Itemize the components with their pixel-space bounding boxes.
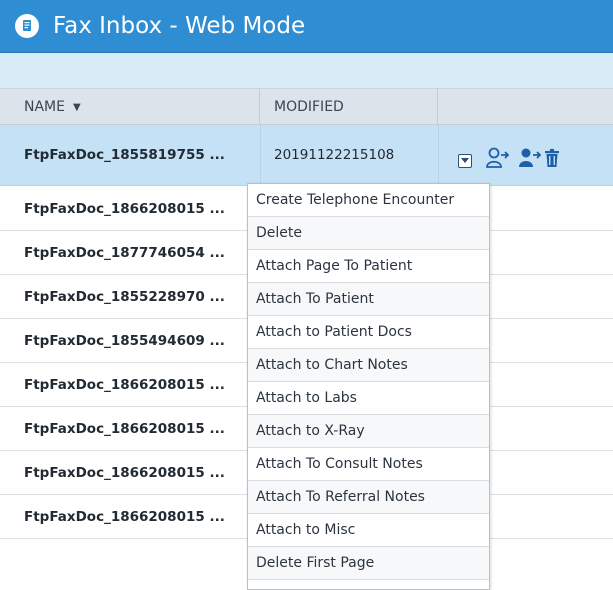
menu-item[interactable]: Attach Page To Patient xyxy=(248,250,489,283)
column-header-name[interactable]: NAME ▼ xyxy=(0,89,260,125)
dropdown-toggle-icon[interactable] xyxy=(458,153,472,168)
table-row[interactable]: FtpFaxDoc_1855819755 ... 20191122215108 xyxy=(0,125,613,186)
row-name-cell: FtpFaxDoc_1866208015 ... xyxy=(24,376,225,393)
row-name-cell: FtpFaxDoc_1877746054 ... xyxy=(24,244,225,261)
row-name-cell: FtpFaxDoc_1866208015 ... xyxy=(24,508,225,525)
menu-item[interactable]: Delete xyxy=(248,217,489,250)
menu-item[interactable]: Attach to Misc xyxy=(248,514,489,547)
window-titlebar: Fax Inbox - Web Mode xyxy=(0,0,613,53)
row-name-cell: FtpFaxDoc_1855228970 ... xyxy=(24,288,225,305)
trash-icon[interactable] xyxy=(544,148,560,173)
menu-item[interactable]: Attach to Labs xyxy=(248,382,489,415)
row-name-cell: FtpFaxDoc_1866208015 ... xyxy=(24,200,225,217)
window-title: Fax Inbox - Web Mode xyxy=(53,13,306,39)
fax-document-icon xyxy=(15,14,39,38)
menu-item[interactable]: Delete First Page xyxy=(248,547,489,580)
row-actions xyxy=(458,147,560,174)
menu-item[interactable]: Attach To Patient xyxy=(248,283,489,316)
menu-item[interactable]: Attach To Referral Notes xyxy=(248,481,489,514)
menu-item[interactable]: Attach to Patient Docs xyxy=(248,316,489,349)
toolbar-strip xyxy=(0,53,613,88)
table-header: NAME ▼ MODIFIED xyxy=(0,88,613,125)
column-divider xyxy=(438,125,439,185)
row-modified-cell: 20191122215108 xyxy=(274,147,395,163)
column-header-modified[interactable]: MODIFIED xyxy=(260,89,438,125)
column-divider xyxy=(260,125,261,185)
menu-item[interactable]: Attach to X-Ray xyxy=(248,415,489,448)
row-name-cell: FtpFaxDoc_1866208015 ... xyxy=(24,420,225,437)
menu-item[interactable]: Create Telephone Encounter xyxy=(248,184,489,217)
row-name-cell: FtpFaxDoc_1855494609 ... xyxy=(24,332,225,349)
menu-item[interactable]: Attach To Consult Notes xyxy=(248,448,489,481)
context-menu: Create Telephone Encounter Delete Attach P… xyxy=(247,183,490,590)
row-name-cell: FtpFaxDoc_1866208015 ... xyxy=(24,464,225,481)
row-name-cell: FtpFaxDoc_1855819755 ... xyxy=(24,147,225,163)
column-header-name-label: NAME xyxy=(24,99,65,115)
sort-descending-icon: ▼ xyxy=(72,101,81,113)
column-header-modified-label: MODIFIED xyxy=(274,99,344,115)
menu-item[interactable]: Attach to Chart Notes xyxy=(248,349,489,382)
assign-user-icon[interactable] xyxy=(486,147,510,174)
forward-user-icon[interactable] xyxy=(518,147,542,174)
